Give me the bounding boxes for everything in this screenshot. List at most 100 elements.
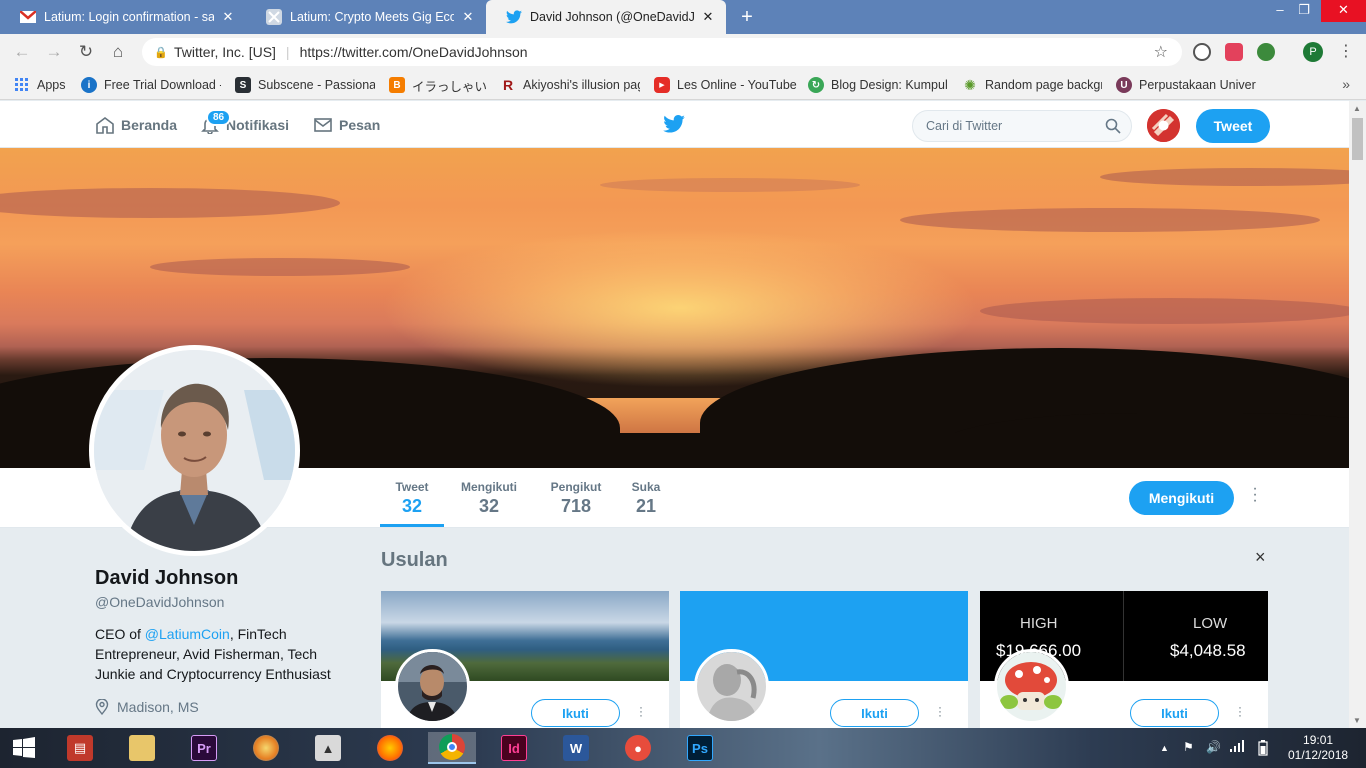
browser-tab-twitter[interactable]: David Johnson (@OneDavidJohn ✕ bbox=[486, 0, 726, 34]
volume-icon[interactable]: 🔊 bbox=[1206, 740, 1221, 754]
taskbar-app[interactable]: Ps bbox=[676, 732, 724, 764]
close-tab-icon[interactable]: ✕ bbox=[220, 9, 236, 25]
suggestion-avatar[interactable] bbox=[994, 649, 1069, 724]
subscene-icon: S bbox=[235, 77, 251, 93]
twitter-bird-icon[interactable] bbox=[663, 115, 685, 136]
suggestion-avatar[interactable] bbox=[395, 649, 470, 724]
follow-button[interactable]: Ikuti bbox=[531, 699, 620, 727]
network-signal-icon[interactable] bbox=[1230, 740, 1244, 755]
stat-tweets[interactable]: Tweet 32 bbox=[380, 480, 444, 527]
suggestion-card[interactable]: Ikuti · · · bbox=[381, 591, 669, 741]
close-suggestions-icon[interactable]: × bbox=[1255, 547, 1266, 568]
stat-following[interactable]: Mengikuti 32 bbox=[457, 480, 521, 517]
follow-button[interactable]: Ikuti bbox=[1130, 699, 1219, 727]
reload-icon[interactable]: ↻ bbox=[76, 42, 96, 62]
url-text[interactable]: https://twitter.com/OneDavidJohnson bbox=[300, 44, 528, 60]
instagram-icon[interactable] bbox=[1225, 43, 1243, 61]
home-icon bbox=[96, 117, 114, 134]
bookmark-label: Free Trial Download - bbox=[104, 78, 221, 92]
back-icon[interactable]: ← bbox=[12, 42, 32, 62]
bookmark-item[interactable]: i Free Trial Download - bbox=[81, 76, 221, 94]
twitter-search-input[interactable]: Cari di Twitter bbox=[912, 110, 1132, 142]
browser-tab-latium[interactable]: Latium: Crypto Meets Gig Econo ✕ bbox=[246, 0, 486, 34]
profile-handle[interactable]: @OneDavidJohnson bbox=[95, 594, 224, 610]
nav-home[interactable]: Beranda bbox=[95, 111, 177, 139]
profile-name[interactable]: David Johnson bbox=[95, 567, 238, 590]
page-scrollbar[interactable]: ▲ ▼ bbox=[1349, 101, 1366, 728]
forward-icon[interactable]: → bbox=[44, 42, 64, 62]
taskbar-app[interactable]: Id bbox=[490, 732, 538, 764]
more-options-icon[interactable]: · · · bbox=[1250, 481, 1260, 509]
action-flag-icon[interactable]: ⚑ bbox=[1183, 740, 1194, 754]
blogger-icon: B bbox=[389, 77, 405, 93]
suggestion-avatar[interactable] bbox=[694, 649, 769, 724]
indesign-icon: Id bbox=[501, 735, 527, 761]
close-tab-icon[interactable]: ✕ bbox=[460, 9, 476, 25]
bookmark-item[interactable]: B イラっしゃいませ bbox=[389, 76, 489, 94]
info-icon: i bbox=[81, 77, 97, 93]
more-options-icon[interactable]: · · · bbox=[1236, 701, 1244, 721]
more-options-icon[interactable]: · · · bbox=[637, 701, 645, 721]
bookmark-label: Subscene - Passionat bbox=[258, 78, 375, 92]
nav-messages-label: Pesan bbox=[339, 117, 381, 133]
compose-tweet-button[interactable]: Tweet bbox=[1196, 109, 1270, 143]
scroll-down-icon[interactable]: ▼ bbox=[1353, 716, 1361, 725]
bookmark-label: Blog Design: Kumpul bbox=[831, 78, 948, 92]
bookmark-item[interactable]: R Akiyoshi's illusion pag bbox=[500, 76, 640, 94]
taskbar-app[interactable] bbox=[366, 732, 414, 764]
taskbar-app-active[interactable] bbox=[428, 732, 476, 764]
lock-icon: 🔒 bbox=[154, 46, 168, 59]
bookmark-item[interactable]: S Subscene - Passionat bbox=[235, 76, 375, 94]
taskbar-app[interactable] bbox=[242, 732, 290, 764]
home-icon[interactable]: ⌂ bbox=[108, 42, 128, 62]
tray-expand-icon[interactable]: ▲ bbox=[1160, 743, 1169, 753]
close-tab-icon[interactable]: ✕ bbox=[700, 9, 716, 25]
taskbar-app[interactable]: ▲ bbox=[304, 732, 352, 764]
battery-icon[interactable] bbox=[1258, 740, 1268, 759]
following-button[interactable]: Mengikuti bbox=[1129, 481, 1234, 515]
bookmark-item[interactable]: ▶ Les Online - YouTube bbox=[654, 76, 799, 94]
start-button[interactable] bbox=[0, 732, 48, 764]
bookmark-item[interactable]: U Perpustakaan Univers bbox=[1116, 76, 1256, 94]
tab-title: Latium: Login confirmation - saji bbox=[44, 10, 214, 24]
browser-tab-gmail[interactable]: Latium: Login confirmation - saji ✕ bbox=[0, 0, 246, 34]
leaf-icon: ✺ bbox=[964, 76, 976, 93]
recycle-icon: ↻ bbox=[808, 77, 824, 93]
more-bookmarks-icon[interactable]: » bbox=[1342, 76, 1350, 92]
stat-followers[interactable]: Pengikut 718 bbox=[545, 480, 607, 517]
stat-likes[interactable]: Suka 21 bbox=[626, 480, 666, 517]
follow-button[interactable]: Ikuti bbox=[830, 699, 919, 727]
address-bar[interactable]: 🔒 Twitter, Inc. [US] | https://twitter.c… bbox=[142, 38, 1182, 66]
window-close-icon[interactable]: ✕ bbox=[1321, 0, 1366, 22]
suggestion-card[interactable]: HIGH $19,666.00 LOW $4,048.58 Ikuti · · · bbox=[980, 591, 1268, 741]
bookmark-item[interactable]: ↻ Blog Design: Kumpul bbox=[808, 76, 948, 94]
taskbar-app[interactable]: Pr bbox=[180, 732, 228, 764]
scrollbar-thumb[interactable] bbox=[1352, 118, 1363, 160]
extension-icon[interactable] bbox=[1193, 43, 1211, 61]
taskbar-app[interactable]: ▤ bbox=[56, 732, 104, 764]
user-avatar[interactable] bbox=[1147, 109, 1180, 142]
restore-icon[interactable]: ❐ bbox=[1289, 0, 1319, 22]
new-tab-button[interactable]: + bbox=[736, 6, 758, 28]
globe-extension-icon[interactable] bbox=[1257, 43, 1275, 61]
bio-mention-link[interactable]: @LatiumCoin bbox=[145, 626, 230, 642]
taskbar-app[interactable]: ● bbox=[614, 732, 662, 764]
profile-avatar-icon[interactable]: P bbox=[1303, 42, 1323, 62]
menu-icon[interactable]: ⋮ bbox=[1336, 42, 1356, 62]
system-clock[interactable]: 19:01 01/12/2018 bbox=[1288, 733, 1348, 763]
location-text: Madison, MS bbox=[117, 699, 199, 715]
stat-label: Mengikuti bbox=[461, 480, 517, 494]
scroll-up-icon[interactable]: ▲ bbox=[1353, 104, 1361, 113]
bookmark-apps[interactable]: Apps bbox=[14, 76, 74, 94]
nav-messages[interactable]: Pesan bbox=[313, 111, 380, 139]
more-options-icon[interactable]: · · · bbox=[936, 701, 944, 721]
r-letter-icon: R bbox=[502, 77, 514, 93]
taskbar-app[interactable]: W bbox=[552, 732, 600, 764]
separator: | bbox=[285, 44, 290, 60]
clock-time: 19:01 bbox=[1303, 733, 1334, 747]
taskbar-app[interactable] bbox=[118, 732, 166, 764]
profile-avatar[interactable] bbox=[89, 345, 300, 556]
bookmark-item[interactable]: ✺ Random page backgr bbox=[962, 76, 1102, 94]
bookmark-star-icon[interactable]: ☆ bbox=[1154, 42, 1168, 62]
suggestion-card[interactable]: Ikuti · · · bbox=[680, 591, 968, 741]
